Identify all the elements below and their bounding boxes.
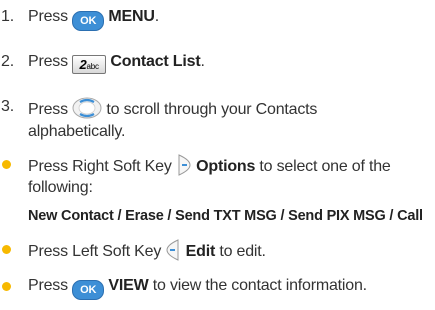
options-label: Options (196, 158, 256, 175)
edit-label: Edit (185, 243, 216, 260)
key-2abc-icon: 2abc (72, 55, 107, 74)
left-soft-key-icon (166, 239, 179, 261)
step-text-line2: alphabetically. (28, 123, 126, 140)
view-label: VIEW (108, 277, 149, 294)
bullet-icon (2, 245, 11, 254)
step-text: Press (28, 8, 68, 25)
options-list: New Contact / Erase / Send TXT MSG / Sen… (28, 208, 423, 224)
ok-key-icon: OK (72, 280, 105, 300)
navigation-key-icon (72, 97, 102, 119)
step-number: 1. (1, 8, 14, 25)
instructions-page: 1. Press OK MENU. 2. Press 2abc Contact … (0, 0, 435, 310)
step-number: 2. (1, 53, 14, 70)
bullet-icon (2, 160, 11, 169)
step-text: Press (28, 53, 68, 70)
menu-label: MENU (108, 8, 155, 25)
right-soft-key-icon (178, 154, 191, 176)
ok-key-icon: OK (72, 11, 105, 31)
step-number: 3. (1, 98, 14, 115)
bullet-icon (2, 282, 11, 291)
contact-list-label: Contact List (110, 53, 201, 70)
step-text: Press (28, 101, 68, 118)
step-text-continued: to scroll through your Contacts (106, 101, 318, 118)
